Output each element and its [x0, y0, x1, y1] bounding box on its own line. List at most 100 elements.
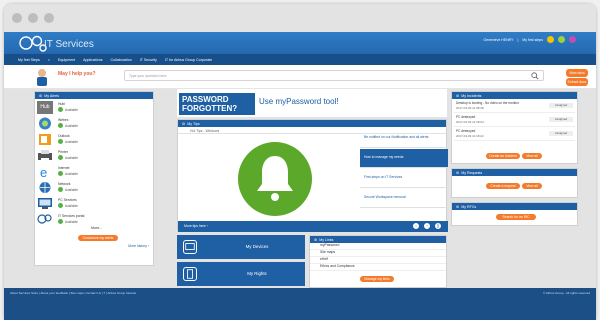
link-item[interactable]: myPassword	[310, 243, 446, 250]
incidents-gear-icon[interactable]: ⚙	[456, 94, 459, 98]
tip-item[interactable]: How to manage my needs	[360, 149, 448, 168]
incident-row[interactable]: Desktop is booting - No video on the mon…	[454, 99, 575, 113]
help-search-input[interactable]: Type your question here	[124, 70, 544, 81]
links-panel: ⚙ My Links myPassword Site maps eHelf Et…	[309, 235, 447, 288]
tip-item[interactable]: First steps on IT Services	[360, 169, 448, 188]
mypassword-link[interactable]: Use myPassword tool!	[259, 97, 339, 106]
view-all-incidents-button[interactable]: View all	[522, 153, 542, 159]
app-item-internet[interactable]: e Internet Available	[37, 165, 149, 179]
tip-item[interactable]: Secure Workspace removal	[360, 189, 448, 208]
app-item-it-portal[interactable]: IT Services portal Available	[37, 213, 149, 227]
incident-row[interactable]: PC destroyed 2017-03-03 11:18:22 Assigne…	[454, 127, 575, 141]
nav-applications[interactable]: Applications	[83, 58, 102, 62]
rfcs-gear-icon[interactable]: ⚙	[456, 205, 459, 209]
app-item-printer[interactable]: Printer Available	[37, 149, 149, 163]
manage-links-button[interactable]: Manage my links	[360, 276, 394, 282]
help-assistant-icon	[37, 69, 47, 86]
view-docs-button[interactable]: View docs	[566, 69, 588, 77]
search-icon[interactable]	[531, 72, 539, 80]
create-incident-button[interactable]: Create an incident	[486, 153, 520, 159]
available-dot-icon	[58, 123, 63, 128]
links-panel-header: ⚙ My Links	[310, 236, 446, 243]
pc-icon	[38, 198, 52, 209]
footer-links[interactable]: About Services Store | About your feedba…	[10, 291, 136, 295]
app-item-network[interactable]: Network Available	[37, 181, 149, 195]
incident-row[interactable]: PC destroyed 2017-03-03 11:18:04 Assigne…	[454, 113, 575, 127]
more-history-link[interactable]: More history ›	[128, 244, 149, 248]
requests-gear-icon[interactable]: ⚙	[456, 171, 459, 175]
available-dot-icon	[58, 171, 63, 176]
incidents-panel: ⚙ My Incidents Desktop is booting - No v…	[451, 91, 578, 164]
site-title: IT Services	[44, 39, 94, 50]
tips-panel-header: ⚙ My Tips	[178, 120, 446, 127]
app-item-webex[interactable]: Webex Available	[37, 117, 149, 131]
available-dot-icon	[58, 107, 63, 112]
app-item-pc-services[interactable]: PC Services Available	[37, 197, 149, 211]
incident-status: Assigned	[549, 117, 573, 122]
available-dot-icon	[58, 219, 63, 224]
nav-first-steps[interactable]: My first Steps	[18, 58, 40, 62]
requests-panel-header: ⚙ My Requests	[452, 169, 577, 176]
app-status: Available	[58, 203, 78, 208]
nav-it-security[interactable]: IT Security	[140, 58, 157, 62]
footer-copyright: © Airbus Group - All rights reserved	[542, 291, 590, 295]
rfcs-panel-title: My RFCs	[461, 204, 477, 209]
alerts-gear-icon[interactable]: ⚙	[39, 94, 42, 98]
my-devices-label: My Devices	[245, 244, 269, 249]
app-item-outlook[interactable]: Outlook Available	[37, 133, 149, 147]
available-dot-icon	[58, 155, 63, 160]
tips-pause-icon[interactable]: ∥	[434, 222, 442, 230]
links-gear-icon[interactable]: ⚙	[314, 238, 317, 242]
bell-icon	[257, 156, 293, 201]
view-all-requests-button[interactable]: View all	[522, 183, 542, 189]
home-icon[interactable]: ⌂	[48, 58, 50, 62]
more-alerts-link[interactable]: More...	[91, 226, 102, 230]
tips-gear-icon[interactable]: ⚙	[182, 122, 185, 126]
more-tips-link[interactable]: More tips here ›	[184, 224, 208, 228]
notification-icon[interactable]	[547, 36, 554, 43]
app-name: Network	[58, 182, 71, 186]
incident-date: 2017-03-03 11:18:22	[456, 134, 484, 138]
my-rights-tile[interactable]: My Rights	[177, 262, 305, 286]
incident-status: Assigned	[549, 103, 573, 108]
window-close-dot[interactable]	[12, 13, 22, 23]
settings-icon[interactable]	[569, 36, 576, 43]
favorites-icon[interactable]	[558, 36, 565, 43]
chevron-right-icon: ›	[147, 244, 149, 248]
tip-item[interactable]: Be notified on our Notification and all …	[360, 129, 448, 148]
app-name: PC Services	[58, 198, 77, 202]
help-bar: May I help you? Type your question here …	[4, 65, 596, 89]
requests-panel: ⚙ My Requests Create a request View all	[451, 168, 578, 198]
hubi-icon: Hub	[37, 101, 53, 114]
center-column: PASSWORD FORGOTTEN? Use myPassword tool!…	[177, 89, 448, 288]
tips-panel-title: My Tips	[187, 121, 200, 126]
tips-next-icon[interactable]: ›	[423, 222, 431, 230]
customize-alerts-button[interactable]: Customize my alerts	[78, 235, 118, 241]
link-item[interactable]: Ethics and Compliance	[310, 264, 446, 271]
nav-collaboration[interactable]: Collaboration	[111, 58, 132, 62]
user-area: Genevieve HENRY | My first steps	[484, 36, 576, 43]
app-item-hubi[interactable]: Hub Hubi Available	[37, 101, 149, 115]
tips-prev-icon[interactable]: ‹	[412, 222, 420, 230]
svg-text:e: e	[40, 165, 47, 178]
first-steps-link[interactable]: My first steps	[522, 38, 543, 42]
window-minimize-dot[interactable]	[28, 13, 38, 23]
search-rfc-button[interactable]: Search for an RfC	[496, 214, 536, 220]
available-dot-icon	[58, 203, 63, 208]
create-request-button[interactable]: Create a request	[486, 183, 520, 189]
my-rights-label: My Rights	[247, 271, 267, 276]
printer-icon	[38, 150, 52, 161]
nav-it-corporate[interactable]: IT for Airbus Group Corporate	[165, 58, 212, 62]
app-status: Available	[58, 155, 78, 160]
extract-docs-button[interactable]: Extract docs	[566, 78, 588, 86]
my-devices-tile[interactable]: My Devices	[177, 235, 305, 259]
incidents-panel-header: ⚙ My Incidents	[452, 92, 577, 99]
link-item[interactable]: Site maps	[310, 250, 446, 257]
nav-equipment[interactable]: Equipment	[58, 58, 75, 62]
link-item[interactable]: eHelf	[310, 257, 446, 264]
window-maximize-dot[interactable]	[44, 13, 54, 23]
alerts-panel-header: ⚙ My Alerts	[35, 92, 153, 99]
password-banner[interactable]: PASSWORD FORGOTTEN? Use myPassword tool!	[177, 89, 447, 117]
app-name: Webex	[58, 118, 69, 122]
user-name[interactable]: Genevieve HENRY	[484, 38, 514, 42]
